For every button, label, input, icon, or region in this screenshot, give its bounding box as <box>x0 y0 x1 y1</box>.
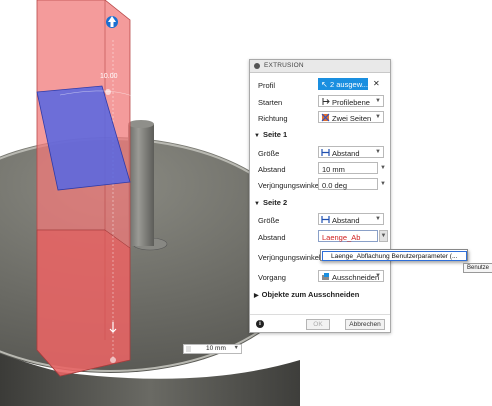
blue-arrow-icon[interactable] <box>106 16 118 28</box>
objekte-section-header[interactable]: ▶ Objekte zum Ausschneiden <box>254 290 359 299</box>
seite1-groesse-value: Abstand <box>332 148 360 158</box>
seite2-groesse-dropdown[interactable]: Abstand ▼ <box>318 213 384 225</box>
starten-row: Starten Profilebene ▼ <box>250 95 390 109</box>
tooltip: Benutze <box>463 263 492 273</box>
dialog-footer-divider <box>250 314 390 315</box>
ok-button[interactable]: OK <box>306 319 330 330</box>
cursor-arrow-icon: ↖ <box>321 80 328 89</box>
autocomplete-item-text: Laenge_Abflachung Benutzerparameter (... <box>331 253 458 260</box>
seite2-abstand-value[interactable]: Laenge_Ab <box>322 233 360 242</box>
cancel-button[interactable]: Abbrechen <box>345 319 385 330</box>
starten-dropdown[interactable]: Profilebene ▼ <box>318 95 384 107</box>
chevron-down-icon: ▼ <box>375 148 381 155</box>
profil-value: 2 ausgew... <box>330 80 368 89</box>
seite1-winkel-row: Verjüngungswinkel 0.0 deg ▼ <box>250 178 390 192</box>
seite1-groesse-row: Größe Abstand ▼ <box>250 146 390 160</box>
shaft <box>128 124 154 246</box>
seite1-abstand-row: Abstand 10 mm ▼ <box>250 162 390 176</box>
shaft-top <box>128 120 154 128</box>
clear-selection-icon[interactable]: ✕ <box>373 79 380 88</box>
two-sides-icon <box>321 113 330 122</box>
seite1-section-header[interactable]: ▼ Seite 1 <box>254 130 287 139</box>
chevron-down-icon: ▼ <box>375 97 381 104</box>
dimension-label: 10.00 <box>100 73 118 80</box>
starten-label: Starten <box>258 98 283 107</box>
mini-input-value[interactable]: 10 mm <box>206 345 226 352</box>
extrude-lower-face <box>36 229 131 377</box>
seite1-abstand-label: Abstand <box>258 165 286 174</box>
seite1-winkel-input[interactable]: 0.0 deg <box>318 178 378 190</box>
richtung-label: Richtung <box>258 114 288 123</box>
seite2-abstand-label: Abstand <box>258 233 286 242</box>
grip-icon[interactable] <box>186 346 191 352</box>
collapse-triangle-icon[interactable]: ▼ <box>254 133 260 139</box>
seite1-abstand-input[interactable]: 10 mm <box>318 162 378 174</box>
distance-mini-input[interactable]: 10 mm ▼ <box>183 344 242 354</box>
richtung-value: Zwei Seiten <box>332 113 372 123</box>
vorgang-label: Vorgang <box>258 273 286 282</box>
seite1-title: Seite 1 <box>262 130 288 139</box>
seite1-groesse-label: Größe <box>258 149 280 158</box>
seite1-groesse-dropdown[interactable]: Abstand ▼ <box>318 146 384 158</box>
starten-value: Profilebene <box>332 97 370 107</box>
expand-triangle-icon[interactable]: ▶ <box>254 293 259 299</box>
dialog-pin-icon[interactable] <box>254 63 260 69</box>
seite2-section-header[interactable]: ▼ Seite 2 <box>254 198 287 207</box>
autocomplete-item[interactable]: Laenge_Abflachung Benutzerparameter (... <box>322 251 467 261</box>
seite2-title: Seite 2 <box>262 198 288 207</box>
seite2-groesse-row: Größe Abstand ▼ <box>250 213 390 227</box>
chevron-down-icon[interactable]: ▼ <box>380 181 386 187</box>
chevron-down-icon[interactable]: ▼ <box>234 345 239 351</box>
vorgang-dropdown[interactable]: Ausschneiden ▼ <box>318 270 384 282</box>
profile-plane-icon <box>322 98 330 105</box>
profil-selector-button[interactable]: ↖ 2 ausgew... <box>318 78 368 90</box>
vorgang-row: Vorgang Ausschneiden ▼ <box>250 270 390 284</box>
seite2-groesse-value: Abstand <box>332 215 360 225</box>
seite2-abstand-input[interactable]: Laenge_Ab <box>318 230 378 242</box>
collapse-triangle-icon[interactable]: ▼ <box>254 201 260 207</box>
seite1-abstand-value[interactable]: 10 mm <box>322 165 345 174</box>
chevron-down-icon: ▼ <box>375 113 381 120</box>
richtung-dropdown[interactable]: Zwei Seiten ▼ <box>318 111 384 123</box>
dialog-header[interactable]: EXTRUSION <box>250 60 390 73</box>
objekte-title: Objekte zum Ausschneiden <box>261 290 360 299</box>
chevron-down-icon[interactable]: ▼ <box>380 165 386 171</box>
chevron-down-icon: ▼ <box>375 272 381 279</box>
info-icon[interactable]: i <box>256 320 264 328</box>
vorgang-value: Ausschneiden <box>332 272 380 282</box>
cut-operation-icon <box>322 273 329 280</box>
distance-icon <box>321 216 330 223</box>
seite2-groesse-label: Größe <box>258 216 280 225</box>
richtung-row: Richtung Zwei Seiten ▼ <box>250 111 390 125</box>
chevron-down-icon[interactable]: ▼ <box>379 230 388 242</box>
profil-label: Profil <box>258 81 276 90</box>
model-viewport[interactable]: 10.00 <box>0 0 492 406</box>
seite1-winkel-value[interactable]: 0.0 deg <box>322 181 347 190</box>
seite2-abstand-row: Abstand Laenge_Ab ▼ <box>250 230 390 244</box>
extrusion-dialog: EXTRUSION Profil ↖ 2 ausgew... ✕ Starten… <box>249 59 391 333</box>
profil-row: Profil ↖ 2 ausgew... ✕ <box>250 78 390 92</box>
seite1-winkel-label: Verjüngungswinkel <box>258 181 321 190</box>
parameter-autocomplete: Laenge_Abflachung Benutzerparameter (... <box>320 249 468 261</box>
seite2-winkel-label: Verjüngungswinkel <box>258 253 321 262</box>
distance-icon <box>321 149 330 156</box>
handle-dot[interactable] <box>105 89 111 95</box>
dialog-title: EXTRUSION <box>264 62 304 69</box>
handle-dot[interactable] <box>110 357 116 363</box>
chevron-down-icon: ▼ <box>375 215 381 222</box>
